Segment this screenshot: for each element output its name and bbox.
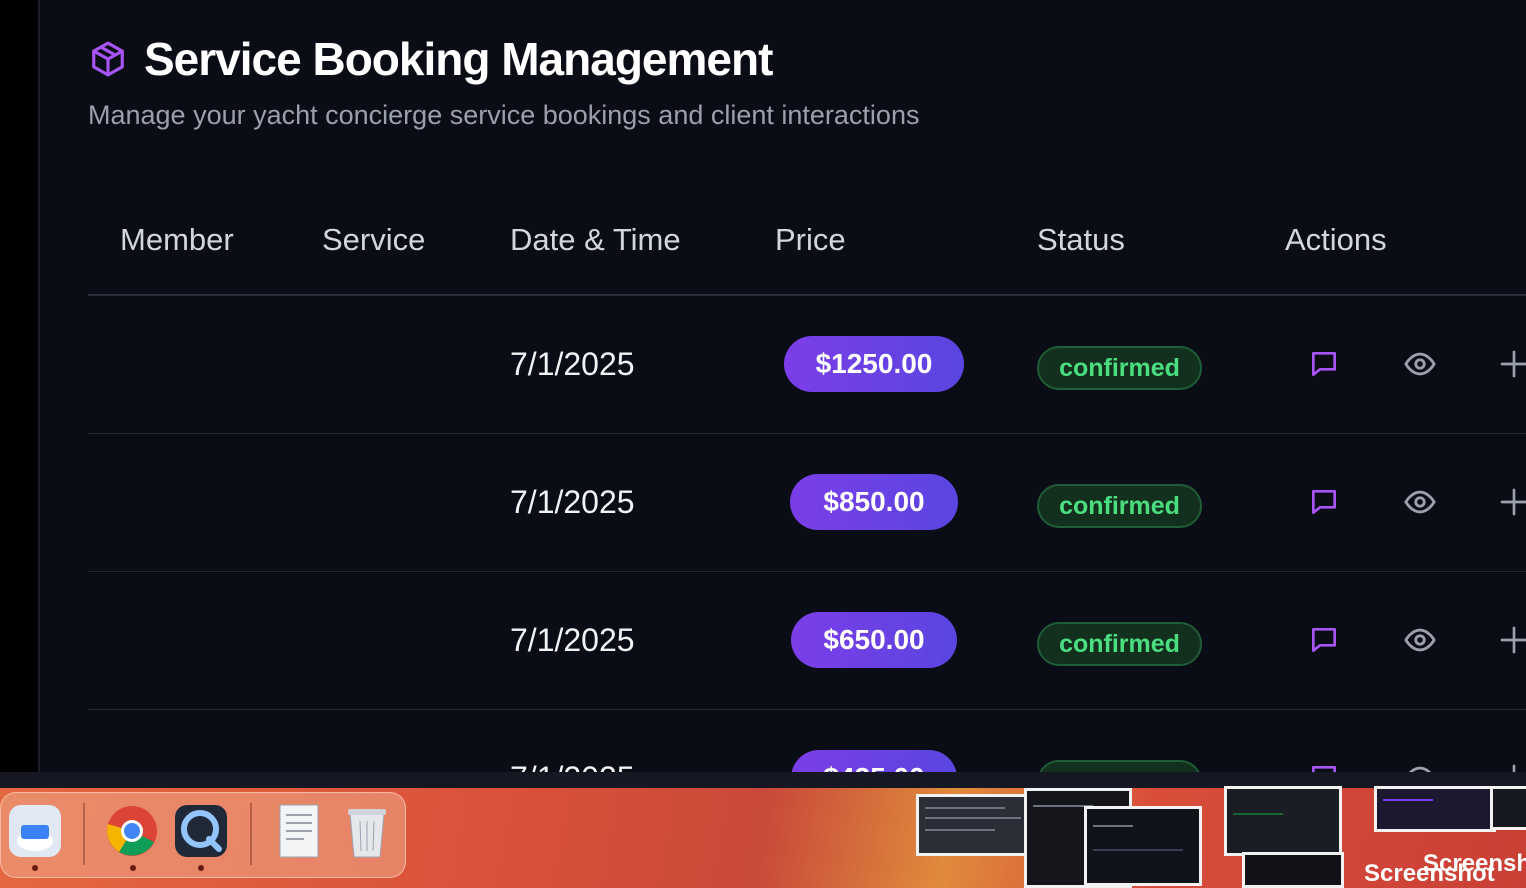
- documents-stack-icon[interactable]: [269, 801, 329, 861]
- column-header-status: Status: [1037, 222, 1125, 257]
- date-cell: 7/1/2025: [510, 760, 635, 772]
- status-badge: confirmed: [1037, 484, 1202, 528]
- status-badge: confirmed: [1037, 346, 1202, 390]
- message-icon[interactable]: [1306, 760, 1342, 772]
- price-badge: $850.00: [790, 474, 958, 530]
- price-badge: $650.00: [791, 612, 957, 668]
- column-header-price: Price: [775, 222, 846, 257]
- plus-icon[interactable]: [1496, 484, 1526, 520]
- dock: [0, 792, 406, 878]
- plus-icon[interactable]: [1496, 346, 1526, 382]
- page-subtitle: Manage your yacht concierge service book…: [88, 100, 920, 130]
- column-header-service: Service: [322, 222, 426, 257]
- running-indicator: [130, 865, 136, 871]
- message-icon[interactable]: [1306, 622, 1342, 658]
- running-indicator: [32, 865, 38, 871]
- date-cell: 7/1/2025: [510, 484, 635, 520]
- column-header-member: Member: [120, 222, 234, 257]
- page-title: Service Booking Management: [144, 33, 773, 85]
- desktop-left-edge: [0, 0, 38, 772]
- title-row: Service Booking Management: [88, 32, 919, 86]
- dock-separator: [83, 803, 85, 865]
- date-cell: 7/1/2025: [510, 346, 635, 382]
- chrome-app-icon[interactable]: [102, 801, 162, 861]
- table-row: 7/1/2025 $1250.00 confirmed: [88, 296, 1526, 434]
- plus-icon[interactable]: [1496, 622, 1526, 658]
- eye-icon[interactable]: [1402, 484, 1438, 520]
- trash-icon[interactable]: [337, 801, 397, 861]
- app-window: Service Booking Management Manage your y…: [40, 0, 1526, 772]
- screenshot-file-label[interactable]: Screenshot: [1364, 860, 1495, 888]
- status-badge: confirmed: [1037, 622, 1202, 666]
- table-row: 7/1/2025 $425.00 confirmed: [88, 710, 1526, 772]
- eye-icon[interactable]: [1402, 622, 1438, 658]
- status-badge: confirmed: [1037, 760, 1202, 772]
- price-badge: $425.00: [791, 750, 957, 772]
- eye-icon[interactable]: [1402, 760, 1438, 772]
- screenshot-thumbnail[interactable]: [1224, 786, 1342, 856]
- dock-separator: [250, 803, 252, 865]
- table-row: 7/1/2025 $850.00 confirmed: [88, 434, 1526, 572]
- message-icon[interactable]: [1306, 346, 1342, 382]
- screenshot-thumbnail[interactable]: [916, 794, 1036, 856]
- page-header: Service Booking Management Manage your y…: [88, 32, 919, 131]
- screenshot-thumbnail[interactable]: [1490, 786, 1526, 830]
- plus-icon[interactable]: [1496, 760, 1526, 772]
- running-indicator: [198, 865, 204, 871]
- screenshot-thumbnail[interactable]: [1374, 786, 1496, 832]
- bookings-table: Member Service Date & Time Price Status …: [88, 196, 1526, 772]
- package-cube-icon: [88, 39, 128, 79]
- screenshot-thumbnail[interactable]: [1084, 806, 1202, 886]
- column-header-date-time: Date & Time: [510, 222, 681, 257]
- price-badge: $1250.00: [784, 336, 964, 392]
- quicktime-app-icon[interactable]: [171, 801, 231, 861]
- column-header-actions: Actions: [1285, 222, 1387, 257]
- message-icon[interactable]: [1306, 484, 1342, 520]
- screenshot-thumbnail[interactable]: [1242, 852, 1344, 888]
- table-header: Member Service Date & Time Price Status …: [88, 196, 1526, 296]
- finder-app-icon[interactable]: [5, 801, 65, 861]
- date-cell: 7/1/2025: [510, 622, 635, 658]
- table-row: 7/1/2025 $650.00 confirmed: [88, 572, 1526, 710]
- eye-icon[interactable]: [1402, 346, 1438, 382]
